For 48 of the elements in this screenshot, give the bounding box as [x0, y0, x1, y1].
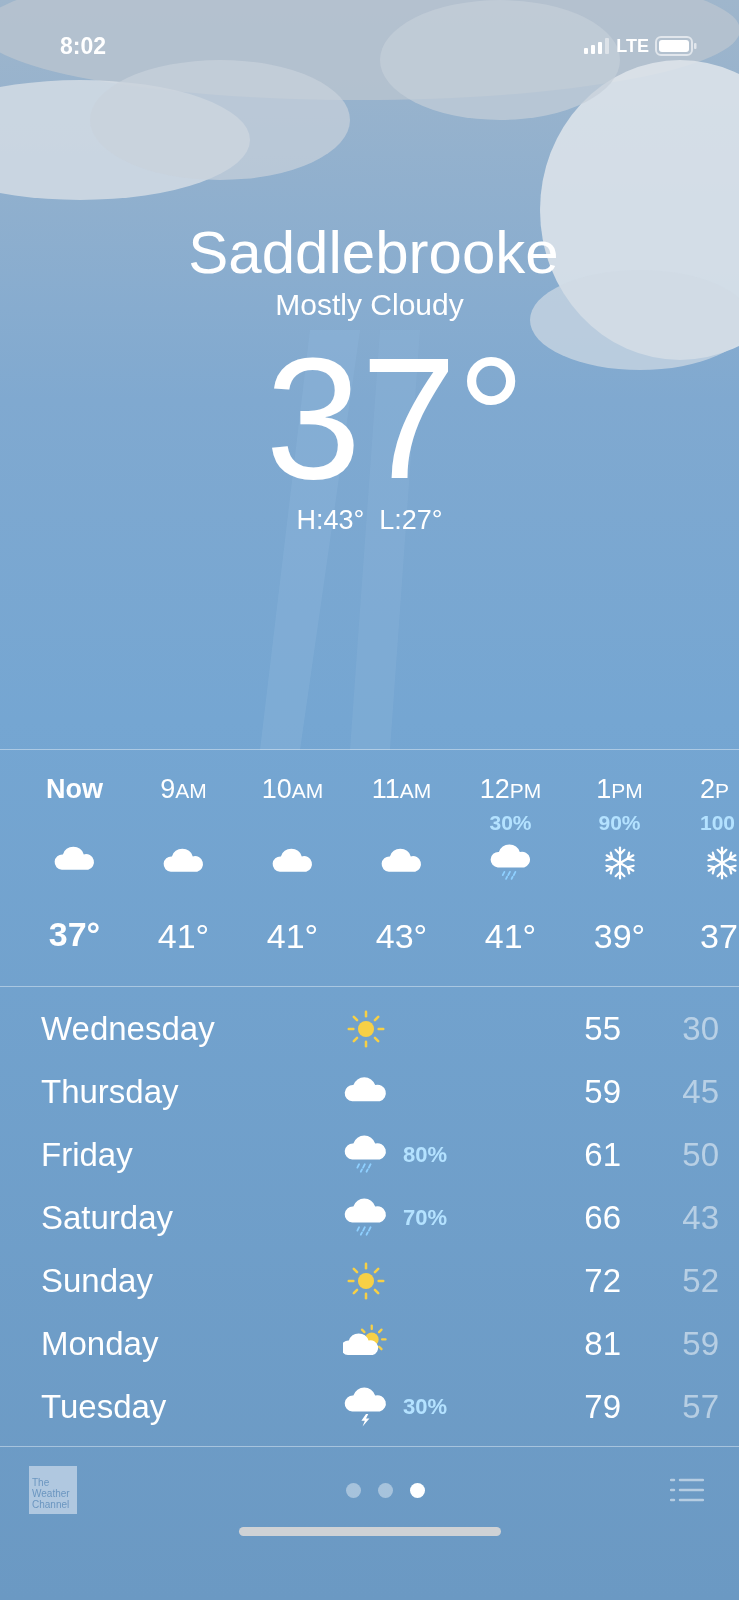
low-temperature: 43: [681, 1197, 719, 1238]
low-temperature: 50: [681, 1134, 719, 1175]
hour-temperature: 43°: [375, 916, 428, 956]
low-temperature: 59: [681, 1323, 719, 1364]
low-temperature: 30: [681, 1008, 719, 1049]
precipitation-chance: 30%: [489, 810, 532, 837]
day-name: Sunday: [41, 1260, 154, 1301]
day-name: Monday: [41, 1323, 160, 1364]
hour-temperature: 41°: [484, 916, 537, 956]
battery-icon: [655, 36, 697, 56]
list-icon[interactable]: [670, 1478, 704, 1502]
precipitation-chance: 90%: [598, 810, 641, 837]
hour-temperature: 41°: [157, 916, 210, 956]
hour-temperature: 41°: [266, 916, 319, 956]
high-temperature: 81: [583, 1323, 621, 1364]
day-name: Tuesday: [41, 1386, 168, 1427]
weather-channel-logo[interactable]: The Weather Channel: [29, 1466, 77, 1514]
high-temperature: 55: [583, 1008, 621, 1049]
low-temperature: 45: [681, 1071, 719, 1112]
hour-label: 11AM: [371, 773, 432, 806]
low-temperature: 57: [681, 1386, 719, 1427]
low-temperature: 52: [681, 1260, 719, 1301]
hour-label: 12PM: [479, 773, 542, 806]
day-name: Wednesday: [41, 1008, 216, 1049]
precipitation-chance: 70%: [403, 1205, 448, 1230]
status-time: 8:02: [60, 31, 107, 61]
hour-label: 2P: [700, 773, 730, 806]
high-temperature: 79: [583, 1386, 621, 1427]
high-temperature: 59: [583, 1071, 621, 1112]
day-name: Saturday: [41, 1197, 175, 1238]
weather-condition: Mostly Cloudy: [275, 287, 464, 323]
high-temperature: 72: [583, 1260, 621, 1301]
hour-temperature: 39°: [593, 916, 646, 956]
high-temperature: 66: [583, 1197, 621, 1238]
precipitation-chance: 100: [700, 810, 736, 837]
signal-icon: [584, 38, 611, 54]
hour-label: 9AM: [160, 773, 207, 806]
hour-temperature: 37°: [48, 914, 101, 954]
hour-temperature: 37: [700, 916, 738, 956]
high-temperature: 61: [583, 1134, 621, 1175]
hour-label: 10AM: [261, 773, 324, 806]
precipitation-chance: 80%: [403, 1142, 448, 1167]
day-name: Friday: [41, 1134, 134, 1175]
hour-label: 1PM: [596, 773, 643, 806]
day-name: Thursday: [41, 1071, 180, 1112]
hour-label: Now: [46, 773, 103, 806]
precipitation-chance: 30%: [403, 1394, 448, 1419]
network-label: LTE: [616, 34, 649, 58]
